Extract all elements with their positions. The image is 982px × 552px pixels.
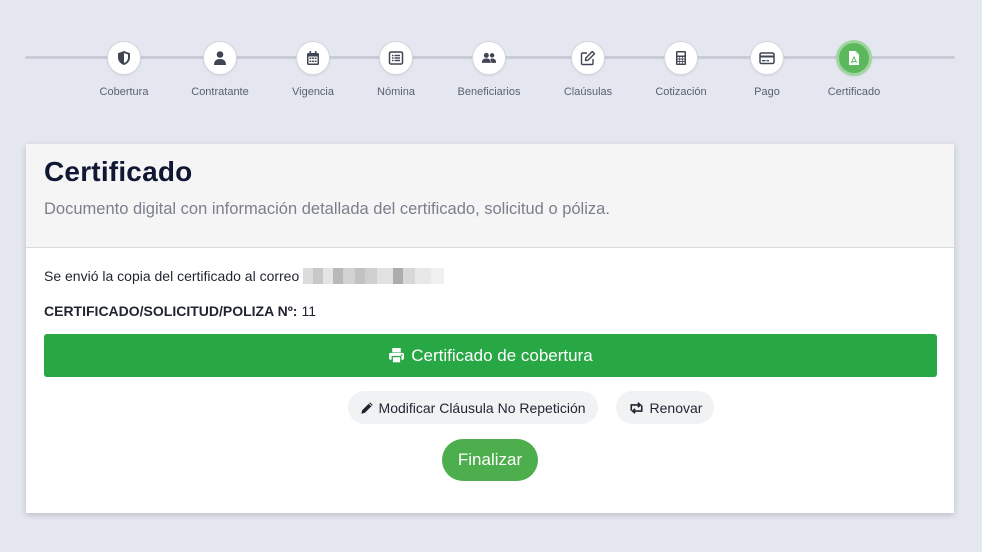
- user-icon: [203, 41, 237, 75]
- pdf-file-icon: [836, 40, 872, 76]
- page-title: Certificado: [44, 156, 193, 187]
- edit-icon: [571, 41, 605, 75]
- print-certificate-button[interactable]: Certificado de cobertura: [44, 334, 937, 377]
- print-icon: [389, 348, 405, 364]
- print-certificate-label: Certificado de cobertura: [411, 345, 593, 365]
- step-label: Pago: [754, 86, 780, 98]
- card-body: Se envió la copia del certificado al cor…: [26, 248, 954, 481]
- policy-number-row: CERTIFICADO/SOLICITUD/POLIZA Nº: 11: [44, 301, 936, 321]
- finish-button[interactable]: Finalizar: [442, 439, 538, 481]
- policy-number-label: CERTIFICADO/SOLICITUD/POLIZA Nº:: [44, 303, 298, 319]
- email-sent-text: Se envió la copia del certificado al cor…: [44, 268, 300, 284]
- shield-icon: [107, 41, 141, 75]
- certificate-card: Certificado Documento digital con inform…: [26, 144, 954, 513]
- pencil-icon: [360, 401, 373, 414]
- modify-clause-label: Modificar Cláusula No Repetición: [378, 399, 586, 416]
- step-label: Vigencia: [292, 86, 334, 98]
- step-label: Contratante: [191, 86, 249, 98]
- finish-row: Finalizar: [44, 439, 936, 481]
- step-beneficiarios[interactable]: Beneficiarios: [434, 41, 544, 98]
- list-icon: [379, 41, 413, 75]
- card-header: Certificado Documento digital con inform…: [26, 144, 954, 248]
- step-label: Certificado: [827, 86, 881, 98]
- step-label: Nómina: [377, 86, 415, 98]
- step-label: Cotización: [655, 86, 707, 98]
- renew-button[interactable]: Renovar: [615, 391, 715, 424]
- credit-card-icon: [750, 41, 784, 75]
- progress-stepper: Cobertura Contratante Vigencia Nómina Be…: [0, 0, 982, 110]
- step-label: Beneficiarios: [457, 86, 521, 98]
- step-label: Claúsulas: [563, 86, 613, 98]
- page-subtitle: Documento digital con información detall…: [44, 200, 610, 218]
- step-certificado[interactable]: Certificado: [799, 40, 909, 98]
- calendar-icon: [296, 41, 330, 75]
- redacted-email: [303, 268, 445, 284]
- renew-label: Renovar: [649, 399, 703, 416]
- email-sent-message: Se envió la copia del certificado al cor…: [44, 266, 936, 286]
- calculator-icon: [664, 41, 698, 75]
- policy-number-value: 11: [301, 303, 317, 319]
- retweet-icon: [629, 401, 643, 414]
- step-label: Cobertura: [99, 86, 149, 98]
- secondary-actions: Modificar Cláusula No Repetición Renovar: [126, 391, 936, 424]
- modify-clause-button[interactable]: Modificar Cláusula No Repetición: [347, 391, 598, 424]
- step-cobertura[interactable]: Cobertura: [69, 41, 179, 98]
- users-icon: [472, 41, 506, 75]
